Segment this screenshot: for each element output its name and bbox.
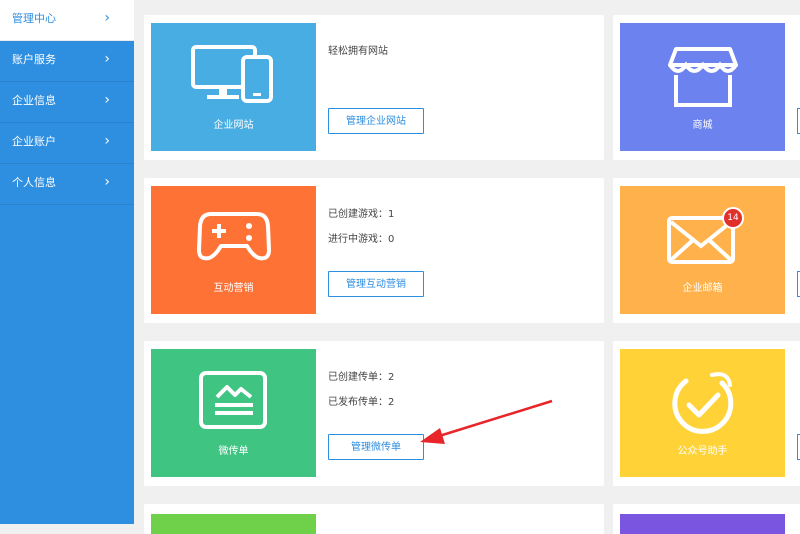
annotation-arrow <box>420 399 553 444</box>
